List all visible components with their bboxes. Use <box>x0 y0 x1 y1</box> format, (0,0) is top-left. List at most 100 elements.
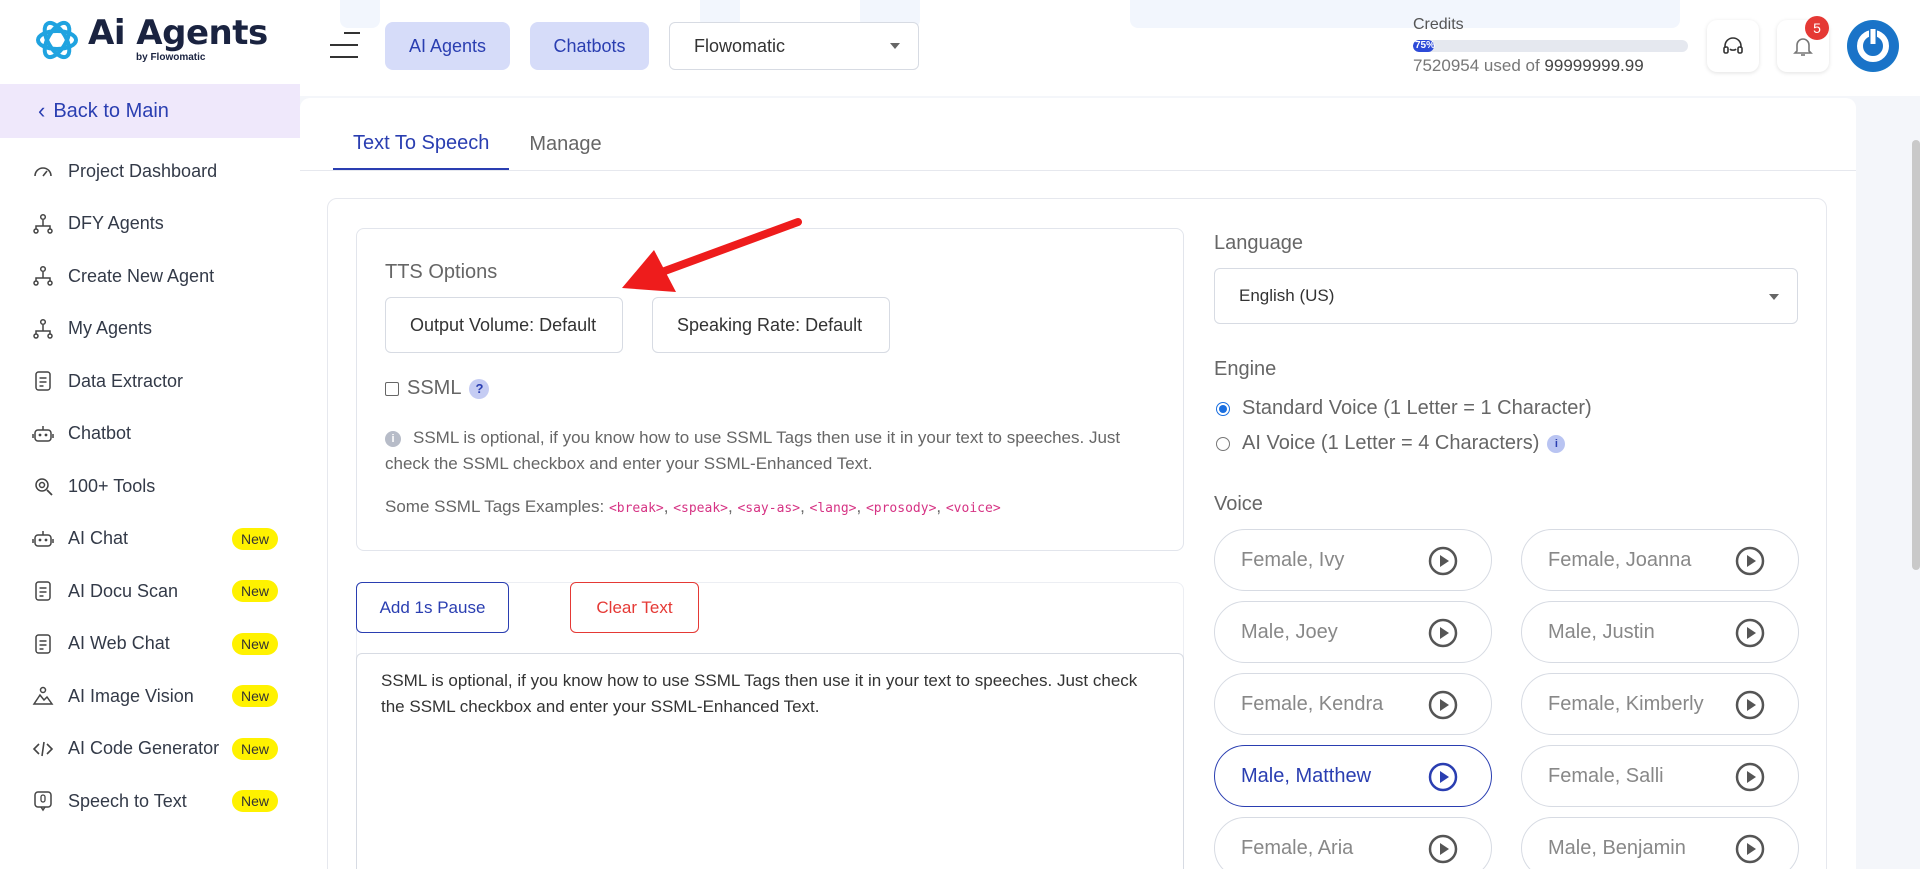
voice-option[interactable]: Female, Joanna <box>1521 529 1799 591</box>
sidebar-item-project-dashboard[interactable]: Project Dashboard <box>0 145 300 198</box>
voice-option[interactable]: Male, Benjamin <box>1521 817 1799 869</box>
sidebar-item-ai-chat[interactable]: AI Chat New <box>0 513 300 566</box>
robot-icon <box>30 421 56 447</box>
document-icon <box>30 368 56 394</box>
engine-option-ai[interactable]: AI Voice (1 Letter = 4 Characters) i <box>1214 432 1566 455</box>
support-button[interactable] <box>1707 20 1759 72</box>
language-select[interactable]: English (US) <box>1214 268 1798 324</box>
speaking-rate-button[interactable]: Speaking Rate: Default <box>652 297 890 353</box>
voice-option[interactable]: Female, Kendra <box>1214 673 1492 735</box>
credits-progress-bar: 75% <box>1413 40 1688 52</box>
voice-option[interactable]: Male, Justin <box>1521 601 1799 663</box>
ai-agents-button[interactable]: AI Agents <box>385 22 510 70</box>
credits-meter: Credits 75% 7520954 used of 99999999.99 <box>1413 16 1703 76</box>
back-to-main-link[interactable]: ‹ Back to Main <box>0 84 300 138</box>
ssml-info-body: SSML is optional, if you know how to use… <box>385 428 1121 473</box>
caret-down-icon <box>1769 294 1779 300</box>
play-icon[interactable] <box>1427 689 1459 721</box>
voice-option[interactable]: Female, Kimberly <box>1521 673 1799 735</box>
workspace-select[interactable]: Flowomatic <box>669 22 919 70</box>
ssml-info-text: i SSML is optional, if you know how to us… <box>385 425 1155 477</box>
sidebar-item-data-extractor[interactable]: Data Extractor <box>0 355 300 408</box>
sidebar-item-100-tools[interactable]: 100+ Tools <box>0 460 300 513</box>
credits-total: 99999999.99 <box>1544 56 1644 75</box>
voice-option[interactable]: Male, Matthew <box>1214 745 1492 807</box>
sidebar-item-ai-docu-scan[interactable]: AI Docu Scan New <box>0 565 300 618</box>
sidebar: Ai Agents by Flowomatic ‹ Back to Main P… <box>0 0 300 869</box>
voice-option-label: Female, Aria <box>1241 836 1354 859</box>
engine-option-standard[interactable]: Standard Voice (1 Letter = 1 Character) <box>1214 397 1592 420</box>
engine-standard-label: Standard Voice (1 Letter = 1 Character) <box>1242 397 1592 419</box>
credits-progress-fill: 75% <box>1413 40 1436 52</box>
credits-label: Credits <box>1413 16 1464 33</box>
sidebar-item-ai-image-vision[interactable]: AI Image Vision New <box>0 670 300 723</box>
agent-tree-icon <box>30 263 56 289</box>
sidebar-item-ai-web-chat[interactable]: AI Web Chat New <box>0 618 300 671</box>
tab-text-to-speech[interactable]: Text To Speech <box>333 118 510 170</box>
ssml-toggle-row: SSML ? <box>385 377 490 400</box>
voice-option[interactable]: Female, Ivy <box>1214 529 1492 591</box>
ssml-checkbox[interactable] <box>385 381 399 396</box>
user-avatar[interactable] <box>1847 20 1899 72</box>
document-icon <box>30 578 56 604</box>
radio-selected-icon <box>1216 401 1230 416</box>
help-icon[interactable]: ? <box>469 378 490 399</box>
sidebar-item-dfy-agents[interactable]: DFY Agents <box>0 198 300 251</box>
sidebar-item-ai-code-generator[interactable]: AI Code Generator New <box>0 723 300 776</box>
voice-option-label: Female, Joanna <box>1548 548 1692 571</box>
new-badge: New <box>231 580 278 603</box>
sidebar-item-chatbot[interactable]: Chatbot <box>0 408 300 461</box>
play-icon[interactable] <box>1734 833 1766 865</box>
sidebar-item-label: Chatbot <box>68 423 132 444</box>
credits-usage-text: 7520954 used of 99999999.99 <box>1413 56 1703 76</box>
brand-logo[interactable]: Ai Agents by Flowomatic <box>34 16 268 63</box>
tab-divider <box>300 170 1856 171</box>
gauge-icon <box>30 158 56 184</box>
voice-option-label: Female, Salli <box>1548 764 1664 787</box>
code-icon <box>30 736 56 762</box>
workspace-select-value: Flowomatic <box>694 35 786 56</box>
output-volume-button[interactable]: Output Volume: Default <box>385 297 623 353</box>
tab-manage[interactable]: Manage <box>509 118 621 170</box>
play-icon[interactable] <box>1734 617 1766 649</box>
sidebar-item-create-new-agent[interactable]: Create New Agent <box>0 250 300 303</box>
page-scrollbar[interactable] <box>1912 140 1920 570</box>
play-icon[interactable] <box>1427 761 1459 793</box>
notifications-button[interactable]: 5 <box>1777 16 1829 72</box>
robot-icon <box>30 526 56 552</box>
tts-text-input[interactable]: SSML is optional, if you know how to use… <box>356 653 1184 869</box>
new-badge: New <box>231 685 278 708</box>
play-icon[interactable] <box>1734 689 1766 721</box>
info-icon[interactable]: i <box>1547 434 1566 453</box>
play-icon[interactable] <box>1427 545 1459 577</box>
sidebar-item-label: My Agents <box>68 318 153 339</box>
clear-text-button[interactable]: Clear Text <box>570 582 699 633</box>
sidebar-item-label: AI Docu Scan <box>68 580 179 601</box>
sidebar-item-my-agents[interactable]: My Agents <box>0 303 300 356</box>
play-icon[interactable] <box>1427 833 1459 865</box>
ssml-tag: <lang> <box>809 501 857 516</box>
document-icon <box>30 631 56 657</box>
credits-used: 7520954 <box>1413 56 1480 75</box>
tab-bar: Text To Speech Manage <box>333 118 622 170</box>
voice-option-label: Female, Ivy <box>1241 548 1345 571</box>
play-icon[interactable] <box>1734 545 1766 577</box>
ssml-tags-prefix: Some SSML Tags Examples: <box>385 497 605 516</box>
sidebar-item-label: AI Image Vision <box>68 685 194 706</box>
credits-used-of: used of <box>1483 56 1540 75</box>
voice-option-label: Male, Matthew <box>1241 764 1372 787</box>
voice-option-label: Female, Kimberly <box>1548 692 1704 715</box>
voice-option[interactable]: Female, Aria <box>1214 817 1492 869</box>
voice-option[interactable]: Female, Salli <box>1521 745 1799 807</box>
add-pause-button[interactable]: Add 1s Pause <box>356 582 509 633</box>
sidebar-item-speech-to-text[interactable]: Speech to Text New <box>0 775 300 828</box>
chatbots-button[interactable]: Chatbots <box>530 22 649 70</box>
tools-gear-icon <box>30 473 56 499</box>
sidebar-item-label: Project Dashboard <box>68 160 218 181</box>
menu-toggle-button[interactable] <box>330 32 360 60</box>
annotation-arrow-icon <box>622 218 802 292</box>
play-icon[interactable] <box>1427 617 1459 649</box>
voice-option[interactable]: Male, Joey <box>1214 601 1492 663</box>
new-badge: New <box>231 737 278 760</box>
play-icon[interactable] <box>1734 761 1766 793</box>
